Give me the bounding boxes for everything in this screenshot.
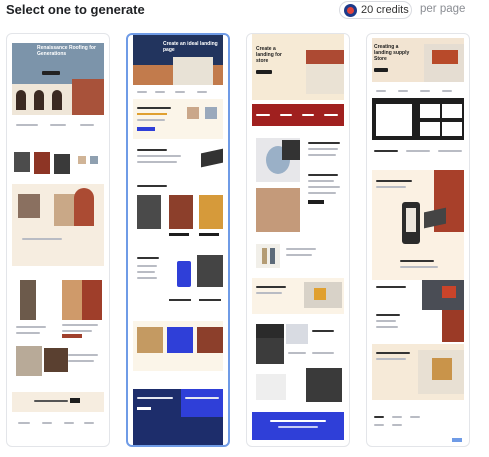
page-header: Select one to generate 20 credits per pa… (0, 0, 489, 22)
template-hero-text-2: Create an ideal landing page (163, 41, 218, 53)
template-preview-3: Create a landing for store (252, 34, 344, 446)
per-page-label: per page (420, 3, 466, 15)
coin-icon (344, 3, 357, 17)
credits-badge[interactable]: 20 credits (339, 1, 412, 19)
template-preview-4: Creating a landing supply Store (372, 34, 464, 446)
template-preview-2: Create an ideal landing page (133, 35, 223, 445)
template-preview-1: Renaissance Roofing for Generations (12, 34, 104, 446)
credits-label: 20 credits (361, 4, 409, 16)
page-title: Select one to generate (6, 2, 145, 17)
template-card-4[interactable]: Creating a landing supply Store (366, 33, 470, 447)
template-hero-text-3: Create a landing for store (256, 46, 282, 64)
template-hero-text-1: Renaissance Roofing for Generations (37, 45, 96, 57)
template-card-2[interactable]: Create an ideal landing page (126, 33, 230, 447)
template-hero-text-4: Creating a landing supply Store (374, 44, 410, 62)
template-card-1[interactable]: Renaissance Roofing for Generations (6, 33, 110, 447)
template-card-3[interactable]: Create a landing for store (246, 33, 350, 447)
